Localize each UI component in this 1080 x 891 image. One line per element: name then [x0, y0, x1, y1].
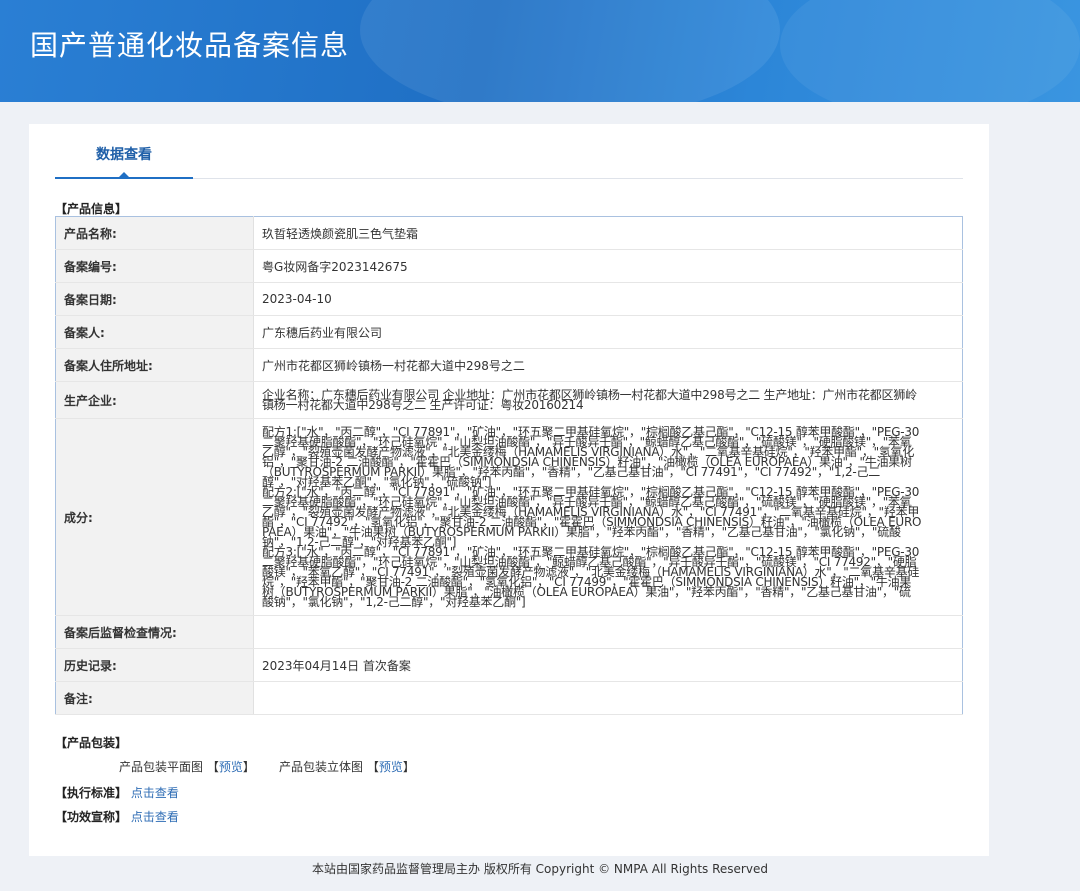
field-label: 成分:: [55, 418, 254, 616]
tab-data-view[interactable]: 数据查看: [55, 124, 193, 179]
table-row: 备案后监督检查情况:: [55, 615, 963, 649]
table-row: 备案人住所地址: 广州市花都区狮岭镇杨一村花都大道中298号之二: [55, 348, 963, 382]
package-flat-label: 产品包装平面图: [119, 760, 204, 774]
bracket-open: 【: [366, 760, 379, 774]
tab-bar: 数据查看: [55, 124, 963, 179]
standard-row: 【执行标准】 点击查看: [55, 784, 179, 801]
section-product-info: 【产品信息】: [55, 202, 128, 216]
table-row: 备案编号: 粤G妆网备字2023142675: [55, 249, 963, 283]
page-title: 国产普通化妆品备案信息: [30, 29, 350, 62]
field-label: 备案人:: [55, 315, 254, 349]
table-row: 成分: 配方1:["水"，"丙二醇"，"CI 77891"，"矿油"，"环五聚二…: [55, 418, 963, 616]
tab-indicator-arrow-icon: [118, 172, 130, 178]
registration-date: 2023-04-10: [253, 282, 963, 316]
package-solid-preview-link[interactable]: 预览: [379, 760, 403, 774]
package-solid: 产品包装立体图 【预览】: [279, 758, 415, 775]
table-row: 备案人: 广东穗后药业有限公司: [55, 315, 963, 349]
product-name: 玖晢轻透焕颜瓷肌三色气垫霜: [253, 216, 963, 250]
inspection-status: [253, 615, 963, 649]
tab-label: 数据查看: [96, 147, 152, 163]
bracket-open: 【: [206, 760, 219, 774]
package-flat-preview-link[interactable]: 预览: [219, 760, 243, 774]
field-label: 备案人住所地址:: [55, 348, 254, 382]
table-row: 生产企业: 企业名称：广东穗后药业有限公司 企业地址：广州市花都区狮岭镇杨一村花…: [55, 381, 963, 419]
footer-copyright: 本站由国家药品监督管理局主办 版权所有 Copyright © NMPA All…: [312, 862, 768, 876]
formula-2: 配方2:["水"，"丙二醇"，"CI 77891"，"矿油"，"环五聚二甲基硅氧…: [262, 485, 922, 549]
field-label: 备案编号:: [55, 249, 254, 283]
table-row: 备案日期: 2023-04-10: [55, 282, 963, 316]
formula-3: 配方3:["水"，"丙二醇"，"CI 77891"，"矿油"，"环五聚二甲基硅氧…: [262, 545, 920, 609]
bracket-close: 】: [242, 760, 255, 774]
filer-address: 广州市花都区狮岭镇杨一村花都大道中298号之二: [253, 348, 963, 382]
table-row: 产品名称: 玖晢轻透焕颜瓷肌三色气垫霜: [55, 216, 963, 250]
package-solid-label: 产品包装立体图: [279, 760, 364, 774]
efficacy-view-link[interactable]: 点击查看: [131, 810, 179, 824]
formula-1: 配方1:["水"，"丙二醇"，"CI 77891"，"矿油"，"环五聚二甲基硅氧…: [262, 425, 920, 489]
field-label: 历史记录:: [55, 648, 254, 682]
field-label: 备案后监督检查情况:: [55, 615, 254, 649]
section-standard: 【执行标准】: [55, 786, 128, 800]
content-card: 数据查看 【产品信息】 产品名称: 玖晢轻透焕颜瓷肌三色气垫霜 备案编号: 粤G…: [29, 124, 989, 856]
history-record: 2023年04月14日 首次备案: [253, 648, 963, 682]
field-label: 生产企业:: [55, 381, 254, 419]
section-efficacy: 【功效宣称】: [55, 810, 128, 824]
field-label: 备注:: [55, 681, 254, 715]
table-row: 备注:: [55, 681, 963, 715]
filer-name: 广东穗后药业有限公司: [253, 315, 963, 349]
field-label: 产品名称:: [55, 216, 254, 250]
table-row: 历史记录: 2023年04月14日 首次备案: [55, 648, 963, 682]
header-banner: 国产普通化妆品备案信息: [0, 0, 1080, 102]
registration-number: 粤G妆网备字2023142675: [253, 249, 963, 283]
bracket-close: 】: [402, 760, 415, 774]
manufacturer-info: 企业名称：广东穗后药业有限公司 企业地址：广州市花都区狮岭镇杨一村花都大道中29…: [253, 381, 963, 419]
standard-view-link[interactable]: 点击查看: [131, 786, 179, 800]
efficacy-row: 【功效宣称】 点击查看: [55, 808, 179, 825]
package-flat: 产品包装平面图 【预览】: [119, 758, 255, 775]
section-product-package: 【产品包装】: [55, 736, 128, 750]
notes-value: [253, 681, 963, 715]
field-label: 备案日期:: [55, 282, 254, 316]
ingredients-cell: 配方1:["水"，"丙二醇"，"CI 77891"，"矿油"，"环五聚二甲基硅氧…: [253, 418, 963, 616]
product-info-table: 产品名称: 玖晢轻透焕颜瓷肌三色气垫霜 备案编号: 粤G妆网备字20231426…: [55, 216, 963, 715]
